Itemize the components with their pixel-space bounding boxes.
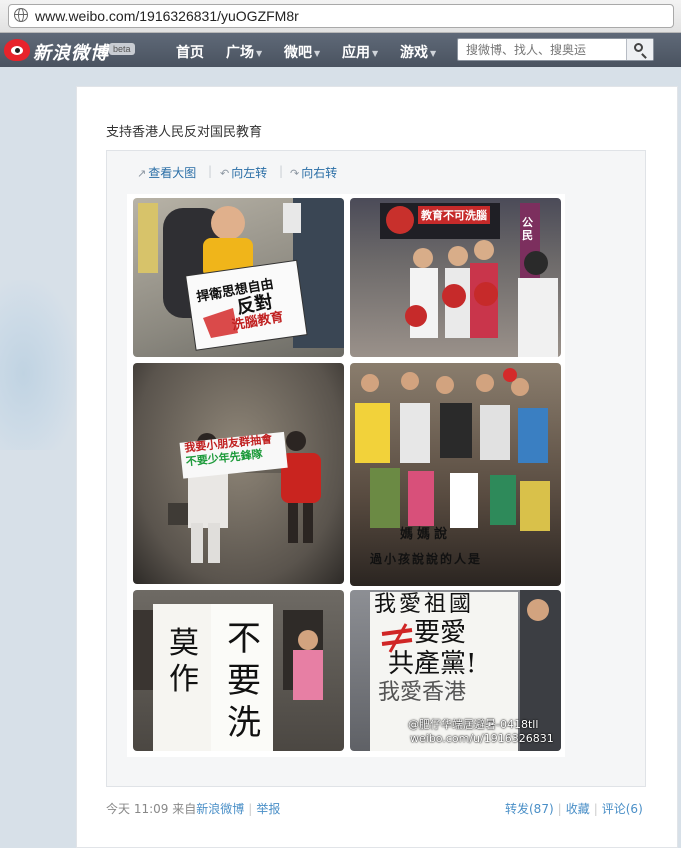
beta-badge: beta <box>109 43 135 55</box>
repost-button[interactable]: 转发(87) <box>505 802 554 816</box>
rotate-left-icon: ↶ <box>220 167 230 180</box>
banner-text: 不要洗 <box>227 619 261 743</box>
report-link[interactable]: 举报 <box>256 802 280 816</box>
photo-scene <box>168 431 321 563</box>
background-decoration <box>0 280 78 450</box>
chevron-down-icon: ▼ <box>256 48 263 58</box>
sign-text: 媽媽說 <box>400 527 452 542</box>
nav-games[interactable]: 游戏 ▼ <box>400 42 436 62</box>
photo-collage[interactable]: 捍衛思想自由 反對 洗腦教育 教育不可洗腦 公民 我要小朋友群抽會 不要少年先鋒… <box>127 194 565 757</box>
nav-weiba[interactable]: 微吧 ▼ <box>284 42 320 62</box>
photo-handwritten-sign[interactable]: 我愛祖國 要愛 共產黨! 我愛香港 @肥仔华端居避暑-0418tll weibo… <box>350 590 561 751</box>
post-text: 支持香港人民反对国民教育 <box>106 125 263 140</box>
photo-children-crowd[interactable]: 媽媽說 過小孩說說的人是 <box>350 363 561 586</box>
search-button[interactable] <box>626 39 653 60</box>
divider: | <box>557 802 562 816</box>
nav-apps[interactable]: 应用 ▼ <box>342 42 378 62</box>
view-large-button[interactable]: ↗ 查看大图 <box>137 164 196 181</box>
watermark-url: weibo.com/u/1916326831 <box>410 732 554 745</box>
search-input[interactable] <box>458 39 628 60</box>
photo-girls-banner[interactable]: 教育不可洗腦 公民 <box>350 198 561 357</box>
post-actions: 转发(87) | 收藏 | 评论(6) <box>505 800 643 817</box>
banner-text: 教育不可洗腦 <box>418 206 490 224</box>
source-link[interactable]: 新浪微博 <box>196 802 244 816</box>
comment-button[interactable]: 评论(6) <box>602 802 643 816</box>
rotate-left-button[interactable]: ↶ 向左转 <box>220 164 267 181</box>
post-meta: 今天 11:09 来自新浪微博 | 举报 <box>106 800 280 817</box>
post-time[interactable]: 今天 11:09 <box>106 802 168 816</box>
divider: | <box>248 802 253 816</box>
search-box <box>457 38 654 61</box>
banner-text: 莫作 <box>169 626 199 697</box>
url-field[interactable]: www.weibo.com/1916326831/yuOGZFM8r <box>8 4 674 28</box>
photo-woman-sign[interactable]: 我要小朋友群抽會 不要少年先鋒隊 <box>133 363 344 584</box>
nav-home[interactable]: 首页 <box>176 42 204 62</box>
divider: | <box>279 164 284 178</box>
photo-child-stroller[interactable]: 捍衛思想自由 反對 洗腦教育 <box>133 198 344 357</box>
browser-address-bar: www.weibo.com/1916326831/yuOGZFM8r <box>0 0 681 33</box>
rotate-right-icon: ↷ <box>290 167 300 180</box>
brand-name[interactable]: 新浪微博 <box>33 39 109 65</box>
url-text[interactable]: www.weibo.com/1916326831/yuOGZFM8r <box>35 8 299 24</box>
banner-text: 公民 <box>522 216 533 242</box>
source-prefix: 来自 <box>172 802 197 816</box>
photo-vertical-banner[interactable]: 莫作 不要洗 <box>133 590 344 751</box>
nav-square[interactable]: 广场 ▼ <box>226 42 262 62</box>
globe-icon <box>14 8 28 22</box>
search-icon <box>634 43 643 52</box>
rotate-right-button[interactable]: ↷ 向右转 <box>290 164 337 181</box>
watermark-user: @肥仔华端居避暑-0418tll <box>408 718 539 731</box>
chevron-down-icon: ▼ <box>314 48 321 58</box>
divider: | <box>593 802 598 816</box>
weibo-logo-icon[interactable] <box>4 39 30 61</box>
favorite-button[interactable]: 收藏 <box>566 802 590 816</box>
external-link-icon: ↗ <box>137 167 147 180</box>
top-nav-bar: 新浪微博 beta 首页 广场 ▼ 微吧 ▼ 应用 ▼ 游戏 ▼ <box>0 33 681 67</box>
chevron-down-icon: ▼ <box>430 48 437 58</box>
divider: | <box>208 164 213 178</box>
sign-text: 過小孩說說的人是 <box>370 552 483 566</box>
chevron-down-icon: ▼ <box>372 48 379 58</box>
